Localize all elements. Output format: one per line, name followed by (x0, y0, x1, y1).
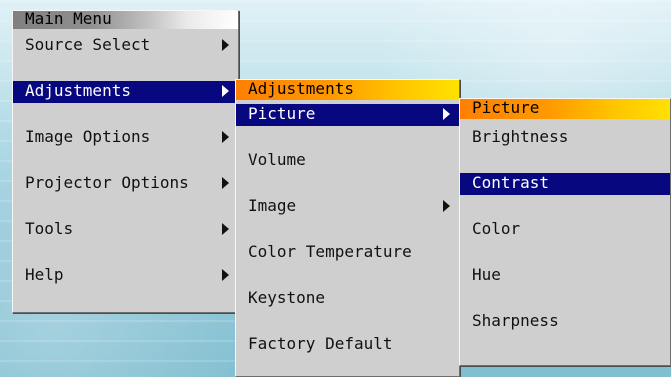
adjustments-submenu-title: Adjustments (236, 80, 459, 100)
menu-item-label: Source Select (25, 35, 151, 54)
picture-option-hue[interactable]: Hue (460, 265, 670, 287)
menu-item-source-select[interactable]: Source Select (13, 35, 238, 57)
chevron-right-icon (222, 85, 229, 97)
main-menu-title: Main Menu (13, 11, 238, 29)
submenu-item-label: Keystone (248, 288, 326, 307)
submenu-item-picture[interactable]: Picture (236, 104, 459, 126)
chevron-right-icon (443, 200, 450, 212)
submenu-item-keystone[interactable]: Keystone (236, 288, 459, 310)
picture-option-label: Color (472, 219, 521, 238)
menu-item-tools[interactable]: Tools (13, 219, 238, 241)
menu-item-label: Tools (25, 219, 74, 238)
picture-option-label: Brightness (472, 127, 569, 146)
chevron-right-icon (222, 131, 229, 143)
menu-item-label: Image Options (25, 127, 151, 146)
submenu-item-label: Picture (248, 104, 316, 123)
picture-option-brightness[interactable]: Brightness (460, 127, 670, 149)
picture-option-sharpness[interactable]: Sharpness (460, 311, 670, 333)
main-menu: Main Menu Source Select Adjustments Imag… (12, 10, 239, 313)
chevron-right-icon (222, 269, 229, 281)
chevron-right-icon (222, 177, 229, 189)
menu-item-label: Projector Options (25, 173, 189, 192)
picture-option-contrast[interactable]: Contrast (460, 173, 670, 195)
chevron-right-icon (222, 39, 229, 51)
submenu-item-label: Image (248, 196, 297, 215)
picture-option-label: Contrast (472, 173, 550, 192)
submenu-item-volume[interactable]: Volume (236, 150, 459, 172)
chevron-right-icon (222, 223, 229, 235)
menu-item-help[interactable]: Help (13, 265, 238, 287)
submenu-item-label: Color Temperature (248, 242, 412, 261)
submenu-item-color-temperature[interactable]: Color Temperature (236, 242, 459, 264)
menu-item-adjustments[interactable]: Adjustments (13, 81, 238, 103)
menu-item-label: Adjustments (25, 81, 131, 100)
picture-submenu: Picture Brightness Contrast Color Hue Sh… (459, 98, 671, 366)
chevron-right-icon (443, 108, 450, 120)
picture-option-color[interactable]: Color (460, 219, 670, 241)
picture-submenu-title: Picture (460, 99, 670, 119)
submenu-item-label: Volume (248, 150, 306, 169)
adjustments-submenu: Adjustments Picture Volume Image Color T… (235, 79, 460, 377)
submenu-item-factory-default[interactable]: Factory Default (236, 334, 459, 356)
submenu-item-image[interactable]: Image (236, 196, 459, 218)
menu-item-image-options[interactable]: Image Options (13, 127, 238, 149)
picture-option-label: Sharpness (472, 311, 559, 330)
submenu-item-label: Factory Default (248, 334, 393, 353)
picture-option-label: Hue (472, 265, 501, 284)
menu-item-label: Help (25, 265, 64, 284)
menu-item-projector-options[interactable]: Projector Options (13, 173, 238, 195)
